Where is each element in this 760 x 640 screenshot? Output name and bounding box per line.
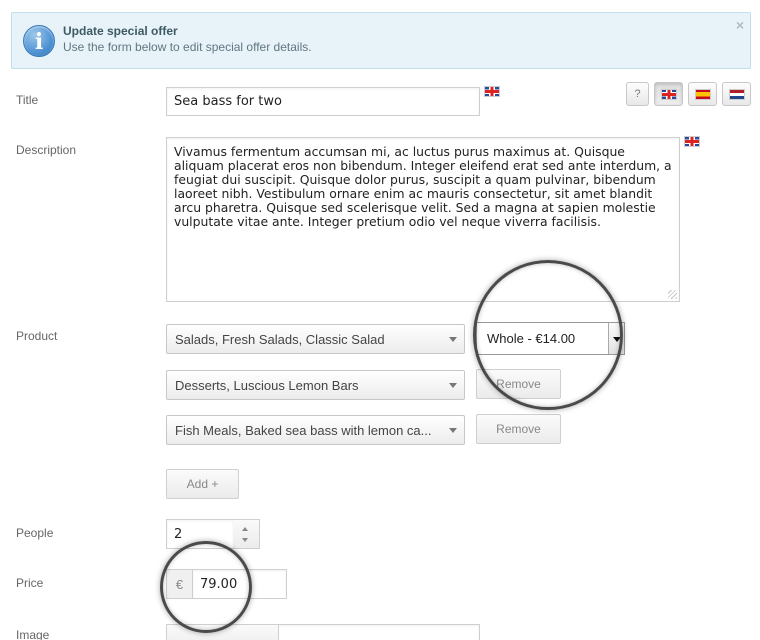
description-label: Description [16,143,77,157]
people-stepper[interactable] [233,519,260,549]
chevron-up-icon[interactable] [242,527,248,531]
help-button[interactable]: ? [626,82,649,106]
add-product-button[interactable]: Add + [166,469,239,499]
people-label: People [16,526,54,540]
variant-select[interactable]: Whole - €14.00 [476,322,625,355]
product-select-2[interactable]: Desserts, Luscious Lemon Bars [166,370,465,400]
chevron-down-icon [608,323,624,354]
language-button-en[interactable] [654,82,683,106]
info-icon: i [23,25,55,57]
people-input[interactable]: 2 [166,519,234,549]
info-banner: i Update special offer Use the form belo… [11,12,751,69]
title-input[interactable]: Sea bass for two [166,87,480,116]
product-select-3[interactable]: Fish Meals, Baked sea bass with lemon ca… [166,415,465,445]
remove-product-2-button[interactable]: Remove [476,369,561,399]
spain-flag-icon [694,88,711,100]
help-label: ? [634,88,641,100]
title-label: Title [16,93,39,107]
uk-flag-icon [684,136,700,147]
price-input-value: 79.00 [200,576,238,592]
uk-flag-icon [484,86,500,97]
language-button-es[interactable] [688,82,717,106]
product-label: Product [16,329,58,343]
chevron-down-icon [449,428,457,433]
chevron-down-icon [449,383,457,388]
netherlands-flag-icon [728,88,745,100]
close-icon[interactable]: × [736,17,744,33]
product-select-2-value: Desserts, Luscious Lemon Bars [175,377,359,393]
resize-grip-icon[interactable] [668,290,677,299]
currency-addon: € [166,569,193,599]
uk-flag-icon [660,88,677,100]
image-label: Image [16,628,50,640]
price-label: Price [16,576,44,590]
description-textarea[interactable]: Vivamus fermentum accumsan mi, ac luctus… [166,137,680,302]
image-browse-button[interactable] [167,625,279,640]
variant-select-value: Whole - €14.00 [487,331,576,346]
image-file-input[interactable] [166,624,480,640]
product-select-3-value: Fish Meals, Baked sea bass with lemon ca… [175,422,432,438]
chevron-down-icon[interactable] [242,538,248,542]
title-input-value: Sea bass for two [174,94,282,109]
chevron-down-icon [449,337,457,342]
remove-product-3-button[interactable]: Remove [476,414,561,444]
language-button-nl[interactable] [722,82,751,106]
price-input[interactable]: 79.00 [192,569,287,599]
banner-subtitle: Use the form below to edit special offer… [63,40,312,54]
people-input-value: 2 [174,526,183,542]
description-value: Vivamus fermentum accumsan mi, ac luctus… [174,144,672,229]
banner-title: Update special offer [63,24,178,38]
product-select-1-value: Salads, Fresh Salads, Classic Salad [175,331,385,347]
product-select-1[interactable]: Salads, Fresh Salads, Classic Salad [166,324,465,354]
